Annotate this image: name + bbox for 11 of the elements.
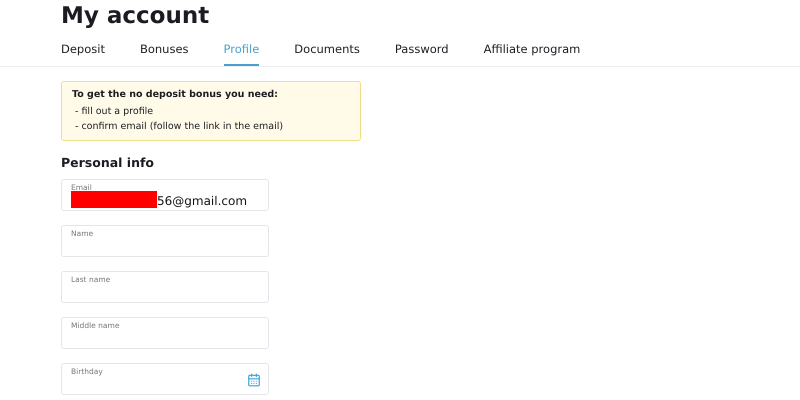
tab[interactable]: Affiliate program bbox=[484, 42, 580, 66]
page-title: My account bbox=[60, 2, 210, 30]
notice-heading: To get the no deposit bonus you need: bbox=[72, 89, 279, 100]
notice-item: - confirm email (follow the link in the email) bbox=[74, 121, 284, 132]
tab[interactable]: Documents bbox=[294, 42, 360, 66]
calendar-icon[interactable] bbox=[247, 373, 261, 387]
section-title: Personal info bbox=[61, 155, 156, 170]
tab[interactable]: Bonuses bbox=[140, 42, 189, 66]
tab[interactable]: Deposit bbox=[61, 42, 105, 66]
tab[interactable]: Password bbox=[394, 42, 449, 66]
notice-item: - fill out a profile bbox=[74, 106, 154, 117]
